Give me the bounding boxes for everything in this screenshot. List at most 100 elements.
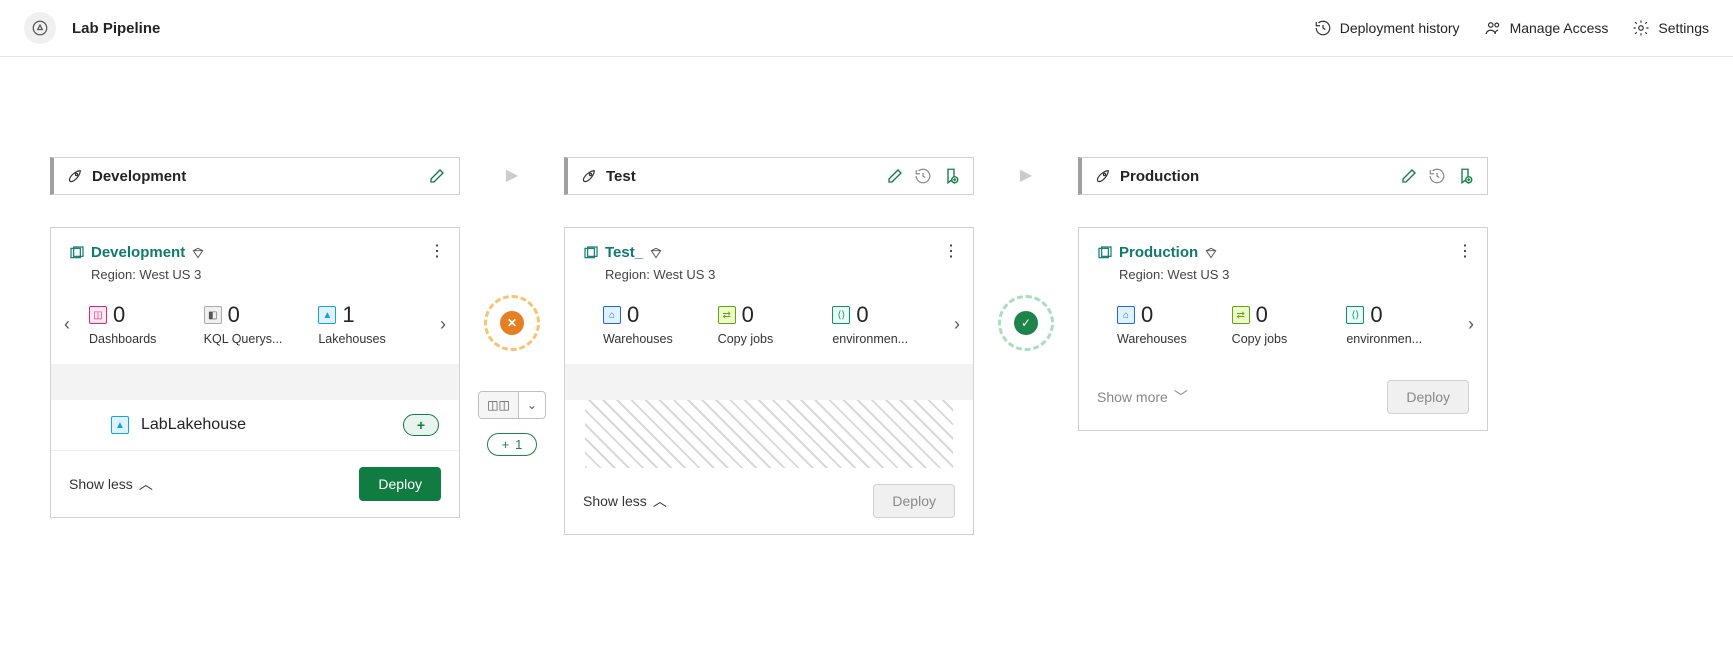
rocket-icon xyxy=(580,167,598,185)
more-menu-button[interactable]: ⋮ xyxy=(429,244,445,260)
count-lakehouses[interactable]: ▲1 Lakehouses xyxy=(312,302,427,346)
workspace-title-test[interactable]: Test_ xyxy=(583,244,955,261)
status-x-icon: ✕ xyxy=(500,311,524,335)
count-environments[interactable]: ⟨⟩0 environmen... xyxy=(826,302,941,346)
settings-label: Settings xyxy=(1658,20,1709,36)
manage-access-button[interactable]: Manage Access xyxy=(1484,19,1609,37)
rocket-icon xyxy=(66,167,84,185)
sync-status-ok[interactable]: ✓ xyxy=(998,295,1054,351)
stage-card-prod: Production Region: West US 3 ⋮ ⌂0 Wareho… xyxy=(1078,227,1488,431)
connector-test-prod: ▶ ✓ xyxy=(974,157,1078,351)
rules-icon[interactable] xyxy=(1455,166,1475,186)
rules-icon[interactable] xyxy=(941,166,961,186)
settings-button[interactable]: Settings xyxy=(1632,19,1709,37)
history-icon xyxy=(1314,19,1332,37)
chevron-up-icon: ︿ xyxy=(653,491,667,511)
more-menu-button[interactable]: ⋮ xyxy=(1457,244,1473,260)
items-section-header xyxy=(51,364,459,400)
copy-job-icon: ⇄ xyxy=(718,306,736,324)
dashboard-icon: ◫ xyxy=(89,306,107,324)
count-dashboards[interactable]: ◫0 Dashboards xyxy=(83,302,198,346)
count-copy-jobs[interactable]: ⇄0 Copy jobs xyxy=(712,302,827,346)
more-menu-button[interactable]: ⋮ xyxy=(943,244,959,260)
rocket-icon xyxy=(1094,167,1112,185)
region-label: Region: West US 3 xyxy=(91,267,441,282)
stages-container: Development Development Re xyxy=(0,57,1733,635)
workspace-name: Development xyxy=(91,244,185,261)
region-label: Region: West US 3 xyxy=(605,267,955,282)
edit-stage-button[interactable] xyxy=(885,166,905,186)
warehouse-icon: ⌂ xyxy=(1117,306,1135,324)
counts-row-test: ⌂0 Warehouses ⇄0 Copy jobs ⟨⟩0 environme… xyxy=(565,290,973,364)
environment-icon: ⟨⟩ xyxy=(832,306,850,324)
manage-access-label: Manage Access xyxy=(1510,20,1609,36)
deploy-button-dev[interactable]: Deploy xyxy=(359,467,441,501)
flow-arrow-icon: ▶ xyxy=(1020,165,1032,185)
stage-header-title-dev: Development xyxy=(66,167,186,185)
workspace-title-prod[interactable]: Production xyxy=(1097,244,1469,261)
items-section-header xyxy=(565,364,973,400)
count-warehouses[interactable]: ⌂0 Warehouses xyxy=(1111,302,1226,346)
counts-next-button[interactable]: › xyxy=(1455,314,1487,335)
environment-icon: ⟨⟩ xyxy=(1346,306,1364,324)
people-icon xyxy=(1484,19,1502,37)
stage-test: Test Test_ Region: West US 3 ⋮ xyxy=(564,157,974,535)
workspace-title-dev[interactable]: Development xyxy=(69,244,441,261)
counts-row-dev: ‹ ◫0 Dashboards ◧0 KQL Querys... ▲1 Lake… xyxy=(51,290,459,364)
item-lablakehouse[interactable]: ▲ LabLakehouse + xyxy=(51,400,459,451)
empty-items-placeholder xyxy=(585,400,953,468)
stage-header-label: Test xyxy=(606,168,636,185)
stage-header-title-prod: Production xyxy=(1094,167,1199,185)
stage-card-dev: Development Region: West US 3 ⋮ ‹ ◫0 Das… xyxy=(50,227,460,518)
lakehouse-icon: ▲ xyxy=(318,306,336,324)
deploy-button-test: Deploy xyxy=(873,484,955,518)
edit-stage-button[interactable] xyxy=(427,166,447,186)
deployment-history-label: Deployment history xyxy=(1340,20,1460,36)
show-more-button[interactable]: Show more ﹀ xyxy=(1097,387,1188,407)
history-icon[interactable] xyxy=(913,166,933,186)
compare-icon: ◫◫ xyxy=(479,392,519,418)
item-name: LabLakehouse xyxy=(141,416,246,434)
stage-header-title-test: Test xyxy=(580,167,636,185)
status-check-icon: ✓ xyxy=(1014,311,1038,335)
show-less-button[interactable]: Show less ︿ xyxy=(69,474,153,494)
history-icon[interactable] xyxy=(1427,166,1447,186)
counts-next-button[interactable]: › xyxy=(427,314,459,335)
kql-icon: ◧ xyxy=(204,306,222,324)
diamond-icon xyxy=(649,246,663,260)
lakehouse-icon: ▲ xyxy=(111,416,129,434)
counts-next-button[interactable]: › xyxy=(941,314,973,335)
deployment-history-button[interactable]: Deployment history xyxy=(1314,19,1460,37)
page-title: Lab Pipeline xyxy=(72,20,160,37)
count-kql-querysets[interactable]: ◧0 KQL Querys... xyxy=(198,302,313,346)
stage-header-test: Test xyxy=(564,157,974,195)
workspace-icon xyxy=(583,245,599,261)
workspace-name: Production xyxy=(1119,244,1198,261)
flow-arrow-icon: ▶ xyxy=(506,165,518,185)
stage-header-label: Development xyxy=(92,168,186,185)
stage-development: Development Development Re xyxy=(50,157,460,518)
edit-stage-button[interactable] xyxy=(1399,166,1419,186)
count-warehouses[interactable]: ⌂0 Warehouses xyxy=(597,302,712,346)
count-environments[interactable]: ⟨⟩0 environmen... xyxy=(1340,302,1455,346)
diamond-icon xyxy=(1204,246,1218,260)
counts-prev-button[interactable]: ‹ xyxy=(51,314,83,335)
add-item-button[interactable]: + xyxy=(403,414,439,436)
count-copy-jobs[interactable]: ⇄0 Copy jobs xyxy=(1226,302,1341,346)
connector-dev-test: ▶ ✕ ◫◫ ⌄ + 1 xyxy=(460,157,564,456)
diamond-icon xyxy=(191,246,205,260)
sync-status-warn[interactable]: ✕ xyxy=(484,295,540,351)
copy-job-icon: ⇄ xyxy=(1232,306,1250,324)
workspace-icon xyxy=(1097,245,1113,261)
stage-production: Production Production Region: West US 3 … xyxy=(1078,157,1488,431)
stage-header-prod: Production xyxy=(1078,157,1488,195)
header-left: Lab Pipeline xyxy=(24,12,160,44)
compare-button[interactable]: ◫◫ ⌄ xyxy=(478,391,546,419)
gear-icon xyxy=(1632,19,1650,37)
chevron-up-icon: ︿ xyxy=(139,474,153,494)
diff-plus-pill[interactable]: + 1 xyxy=(487,433,538,456)
stage-header-dev: Development xyxy=(50,157,460,195)
show-less-button[interactable]: Show less ︿ xyxy=(583,491,667,511)
plus-icon: + xyxy=(502,437,510,452)
workspace-icon xyxy=(69,245,85,261)
